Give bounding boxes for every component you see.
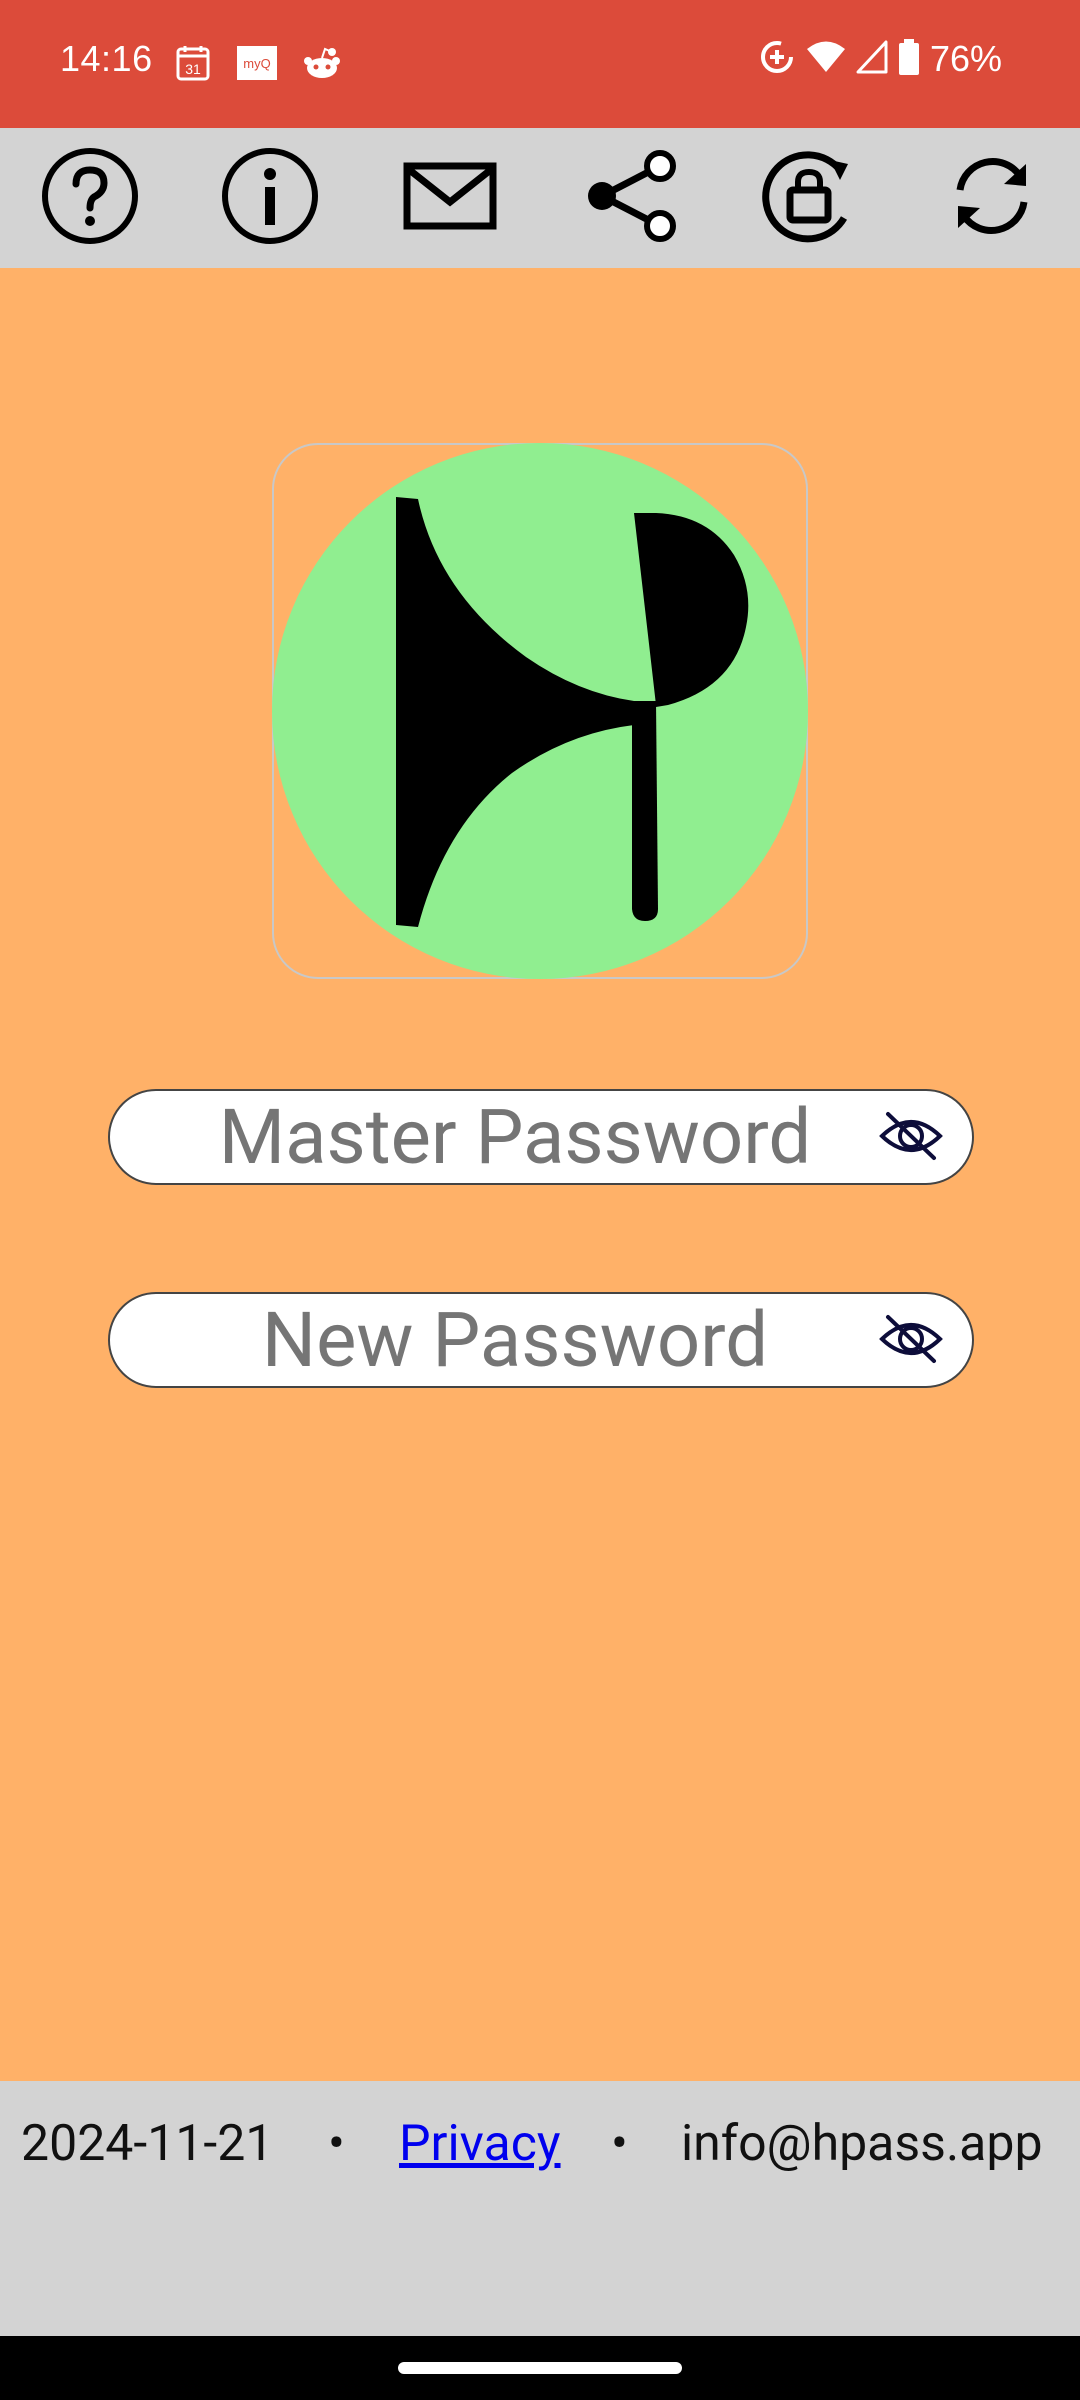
privacy-link[interactable]: Privacy bbox=[399, 2115, 561, 2173]
eye-slash-icon bbox=[878, 1313, 944, 1369]
app-logo-frame bbox=[272, 443, 808, 979]
info-button[interactable] bbox=[218, 146, 322, 250]
master-password-visibility-toggle[interactable] bbox=[876, 1109, 946, 1167]
master-password-input[interactable] bbox=[150, 1091, 880, 1183]
footer-separator: • bbox=[611, 2115, 628, 2173]
help-button[interactable] bbox=[38, 146, 142, 250]
svg-text:myQ: myQ bbox=[243, 56, 270, 71]
envelope-icon bbox=[402, 156, 498, 240]
lock-rotate-icon bbox=[760, 146, 860, 250]
footer-separator: • bbox=[328, 2115, 345, 2173]
signal-icon bbox=[856, 40, 888, 78]
navigation-bar bbox=[0, 2336, 1080, 2400]
myq-icon: myQ bbox=[237, 46, 277, 84]
svg-text:31: 31 bbox=[185, 61, 201, 77]
refresh-icon bbox=[942, 146, 1042, 250]
lock-rotate-button[interactable] bbox=[758, 146, 862, 250]
toolbar bbox=[0, 128, 1080, 268]
status-bar: 14:16 31 myQ 76% bbox=[0, 0, 1080, 128]
data-saver-icon bbox=[758, 38, 796, 80]
notification-icons: 31 myQ bbox=[175, 44, 341, 86]
info-circle-icon bbox=[220, 146, 320, 250]
calendar-icon: 31 bbox=[175, 44, 211, 86]
battery-percent: 76% bbox=[929, 38, 1002, 79]
email-button[interactable] bbox=[398, 146, 502, 250]
share-button[interactable] bbox=[580, 146, 684, 250]
status-time: 14:16 bbox=[60, 38, 153, 79]
new-password-visibility-toggle[interactable] bbox=[876, 1312, 946, 1370]
footer: 2024-11-21 • Privacy • info@hpass.app bbox=[0, 2081, 1080, 2336]
eye-slash-icon bbox=[878, 1110, 944, 1166]
share-icon bbox=[582, 146, 682, 250]
reddit-icon bbox=[303, 46, 341, 84]
new-password-field bbox=[108, 1292, 974, 1388]
master-password-field bbox=[108, 1089, 974, 1185]
battery-icon bbox=[898, 38, 920, 80]
refresh-button[interactable] bbox=[940, 146, 1044, 250]
wifi-icon bbox=[806, 40, 846, 78]
hpass-logo bbox=[272, 443, 808, 979]
new-password-input[interactable] bbox=[150, 1294, 880, 1386]
home-gesture-handle[interactable] bbox=[398, 2362, 682, 2374]
question-circle-icon bbox=[40, 146, 140, 250]
contact-email[interactable]: info@hpass.app bbox=[681, 2115, 1043, 2173]
system-status: 76% bbox=[758, 38, 1002, 80]
footer-date: 2024-11-21 bbox=[21, 2115, 274, 2173]
